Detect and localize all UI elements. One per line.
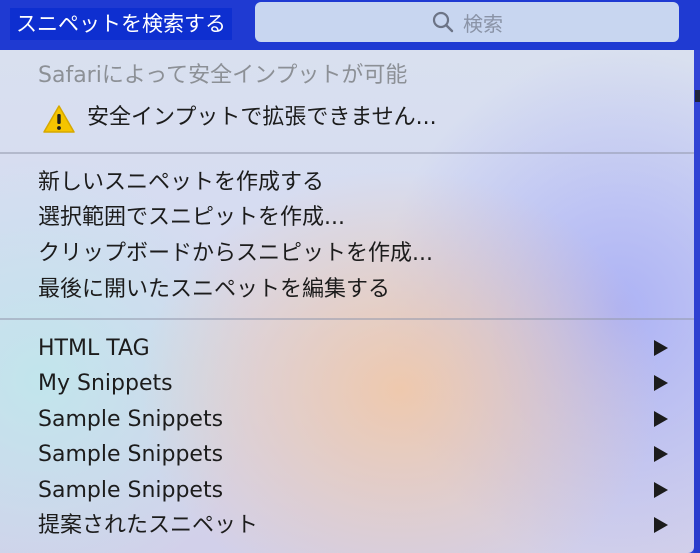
window-edge xyxy=(694,50,700,553)
window-edge-dark xyxy=(695,90,700,102)
search-icon xyxy=(432,11,454,33)
submenu-suggested-snippets[interactable]: 提案されたスニペット xyxy=(38,508,258,544)
submenu-sample-snippets-1[interactable]: Sample Snippets xyxy=(38,402,223,438)
submenu-arrow-icon xyxy=(654,482,668,498)
submenu-arrow-icon xyxy=(654,411,668,427)
menu-item-secure-input-warning[interactable]: 安全インプットで拡張できません... xyxy=(87,100,437,136)
submenu-html-tag[interactable]: HTML TAG xyxy=(38,331,150,367)
search-snippets-title[interactable]: スニペットを検索する xyxy=(10,8,232,40)
menu-separator xyxy=(0,318,694,320)
menu-item-snippet-from-selection[interactable]: 選択範囲でスニピットを作成... xyxy=(38,200,345,236)
warning-icon xyxy=(43,105,75,133)
menu-item-secure-input-status: Safariによって安全インプットが可能 xyxy=(38,63,408,88)
menu-separator xyxy=(0,152,694,154)
submenu-sample-snippets-2[interactable]: Sample Snippets xyxy=(38,437,223,473)
menu-item-snippet-from-clipboard[interactable]: クリップボードからスニピットを作成... xyxy=(38,236,433,272)
snippet-menu: Safariによって安全インプットが可能 安全インプットで拡張できません... … xyxy=(0,50,694,553)
menu-item-new-snippet[interactable]: 新しいスニペットを作成する xyxy=(38,165,324,201)
search-placeholder: 検索 xyxy=(463,11,503,36)
submenu-my-snippets[interactable]: My Snippets xyxy=(38,366,173,402)
submenu-arrow-icon xyxy=(654,375,668,391)
submenu-arrow-icon xyxy=(654,446,668,462)
menu-item-edit-last-snippet[interactable]: 最後に開いたスニペットを編集する xyxy=(38,272,390,308)
submenu-arrow-icon xyxy=(654,340,668,356)
submenu-sample-snippets-3[interactable]: Sample Snippets xyxy=(38,473,223,509)
top-bar: スニペットを検索する 検索 xyxy=(0,0,700,50)
search-field[interactable]: 検索 xyxy=(255,2,679,42)
submenu-arrow-icon xyxy=(654,517,668,533)
